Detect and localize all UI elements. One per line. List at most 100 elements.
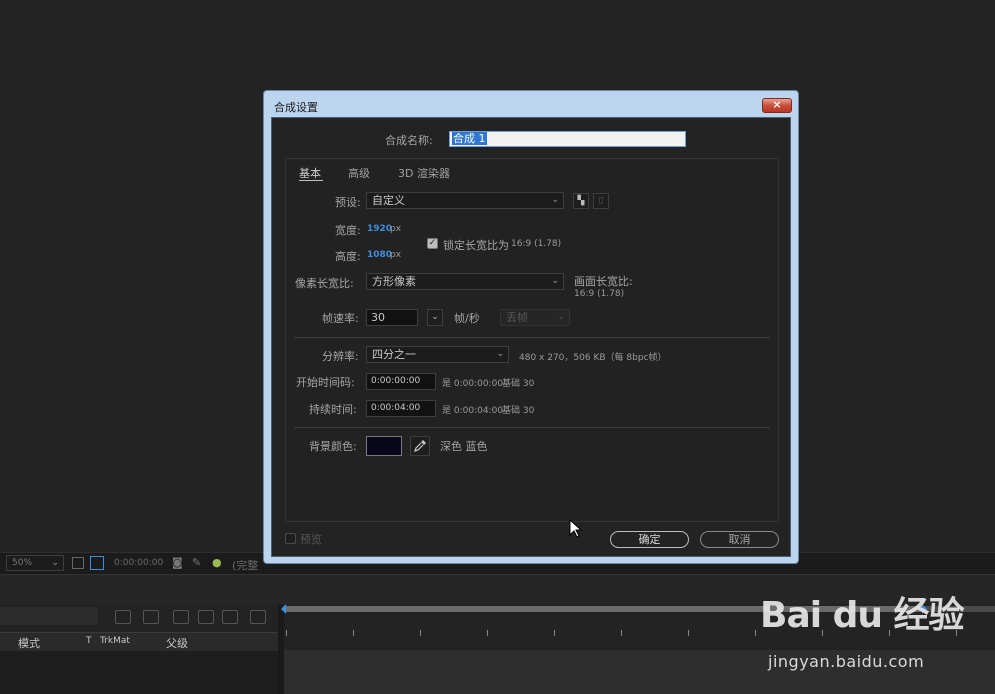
resolution-dropdown[interactable]: 四分之一 ⌄ <box>366 346 509 363</box>
baidu-watermark-logo: Bai du 经验 <box>760 595 965 636</box>
frame-aspect-label: 画面长宽比: <box>574 275 633 288</box>
frame-aspect-value: 16:9 (1.78) <box>574 289 625 299</box>
comp-name-input[interactable]: 合成 1 <box>449 131 686 147</box>
save-preset-button[interactable]: ▚ <box>573 193 589 209</box>
start-timecode-is: 是 0:00:00:00 <box>442 379 504 389</box>
layer-search-input[interactable] <box>0 607 98 625</box>
column-t[interactable]: T <box>86 636 92 646</box>
close-icon: × <box>772 98 782 111</box>
chevron-down-icon: ⌄ <box>551 195 559 205</box>
column-parent[interactable]: 父级 <box>166 635 188 651</box>
pixel-aspect-dropdown[interactable]: 方形像素 ⌄ <box>366 273 564 290</box>
width-label: 宽度: <box>335 224 361 237</box>
duration-input[interactable]: 0:00:04:00 <box>366 400 436 417</box>
column-trkmat[interactable]: TrkMat <box>100 636 130 646</box>
duration-label: 持续时间: <box>309 403 357 416</box>
duration-is: 是 0:00:04:00 <box>442 406 504 416</box>
preview-checkbox[interactable] <box>285 533 296 544</box>
height-label: 高度: <box>335 250 361 263</box>
ruler-tick <box>353 630 354 636</box>
preset-value: 自定义 <box>372 194 405 207</box>
resolution-label: 分辨率: <box>322 350 359 363</box>
resolution-info: 480 x 270，506 KB（每 8bpc帧） <box>519 353 667 363</box>
resolution-value: 四分之一 <box>372 348 416 361</box>
chevron-down-icon: ⌄ <box>431 312 439 322</box>
color-channels-icon[interactable]: ● <box>212 556 222 569</box>
start-timecode-label: 开始时间码: <box>296 376 355 389</box>
dialog-body: 合成名称: 合成 1 基本 高级 3D 渲染器 预设: 自定义 ⌄ ▚ ▯ 宽度… <box>271 117 791 557</box>
drop-frame-value: 丢帧 <box>506 311 528 324</box>
bg-color-swatch[interactable] <box>366 436 402 456</box>
tab-3d-renderer[interactable]: 3D 渲染器 <box>398 165 450 181</box>
delete-preset-button[interactable]: ▯ <box>593 193 609 209</box>
height-value[interactable]: 1080 <box>367 250 392 260</box>
frame-rate-value: 30 <box>371 311 385 324</box>
layers-area <box>0 651 278 694</box>
ruler-tick <box>755 630 756 636</box>
tab-basic[interactable]: 基本 <box>299 165 321 181</box>
comp-name-label: 合成名称: <box>385 134 433 147</box>
lock-aspect-label: 锁定长宽比为 <box>443 239 509 252</box>
frame-blend-icon[interactable] <box>143 610 159 624</box>
start-timecode-input[interactable]: 0:00:00:00 <box>366 373 436 390</box>
width-value[interactable]: 1920 <box>367 224 392 234</box>
brainstorm-icon[interactable] <box>198 610 214 624</box>
comp-name-value: 合成 1 <box>452 132 487 145</box>
graph-editor-icon[interactable] <box>222 610 238 624</box>
ruler-tick <box>554 630 555 636</box>
bg-color-label: 背景颜色: <box>309 440 357 453</box>
ruler-tick <box>487 630 488 636</box>
separator <box>294 337 770 338</box>
duration-base: 基础 30 <box>502 406 535 416</box>
preset-dropdown[interactable]: 自定义 ⌄ <box>366 192 564 209</box>
timeline-columns: 模式 T TrkMat 父级 <box>0 632 278 652</box>
chevron-down-icon: ⌄ <box>496 349 504 359</box>
lock-aspect-checkbox[interactable]: ✓ <box>427 238 438 249</box>
zoom-value: 50% <box>12 558 33 568</box>
frame-rate-input[interactable]: 30 <box>366 309 418 326</box>
frame-rate-unit: 帧/秒 <box>454 312 480 325</box>
pixel-aspect-label: 像素长宽比: <box>295 277 354 290</box>
chevron-down-icon: ⌄ <box>551 276 559 286</box>
pixel-aspect-value: 方形像素 <box>372 275 416 288</box>
start-timecode-base: 基础 30 <box>502 379 535 389</box>
camera-icon[interactable]: ◙ <box>172 556 183 569</box>
composition-settings-dialog: 合成设置 × 合成名称: 合成 1 基本 高级 3D 渲染器 预设: 自定义 ⌄… <box>263 90 799 564</box>
height-unit: px <box>390 250 402 260</box>
active-tab-indicator <box>299 180 323 181</box>
show-snapshot-icon[interactable]: ✎ <box>192 556 201 569</box>
grid-icon[interactable] <box>72 557 84 569</box>
eyedropper-button[interactable] <box>410 436 430 456</box>
save-preset-icon: ▚ <box>577 196 585 206</box>
cancel-button[interactable]: 取消 <box>700 531 779 548</box>
viewer-timecode[interactable]: 0:00:00:00 <box>114 558 163 568</box>
preset-label: 预设: <box>335 196 361 209</box>
bg-color-name: 深色 蓝色 <box>440 440 488 453</box>
ruler-tick <box>621 630 622 636</box>
trash-icon: ▯ <box>598 196 604 206</box>
frame-rate-label: 帧速率: <box>322 312 359 325</box>
chevron-down-icon: ⌄ <box>51 558 59 568</box>
dialog-title: 合成设置 <box>274 101 318 114</box>
work-area-start-handle[interactable] <box>281 604 286 614</box>
chevron-down-icon: ⌄ <box>557 312 565 322</box>
start-timecode-value: 0:00:00:00 <box>371 376 421 386</box>
ruler-tick <box>420 630 421 636</box>
tab-advanced[interactable]: 高级 <box>348 165 370 181</box>
duration-value: 0:00:04:00 <box>371 403 421 413</box>
resolution-partial[interactable]: (完整 <box>232 557 258 573</box>
ok-button[interactable]: 确定 <box>610 531 689 548</box>
motion-blur-icon[interactable] <box>173 610 189 624</box>
preview-label: 预览 <box>300 533 322 546</box>
column-mode[interactable]: 模式 <box>18 635 40 651</box>
zoom-dropdown[interactable]: 50% ⌄ <box>6 555 64 571</box>
close-button[interactable]: × <box>762 98 792 113</box>
width-unit: px <box>390 224 402 234</box>
shy-icon[interactable] <box>115 610 131 624</box>
frame-rate-dropdown-button[interactable]: ⌄ <box>427 309 443 326</box>
baidu-watermark-url: jingyan.baidu.com <box>768 652 925 671</box>
eyedropper-icon <box>414 440 426 452</box>
region-icon[interactable] <box>90 556 104 570</box>
zoom-fit-icon[interactable] <box>250 610 266 624</box>
lock-aspect-ratio: 16:9 (1.78) <box>511 239 562 249</box>
